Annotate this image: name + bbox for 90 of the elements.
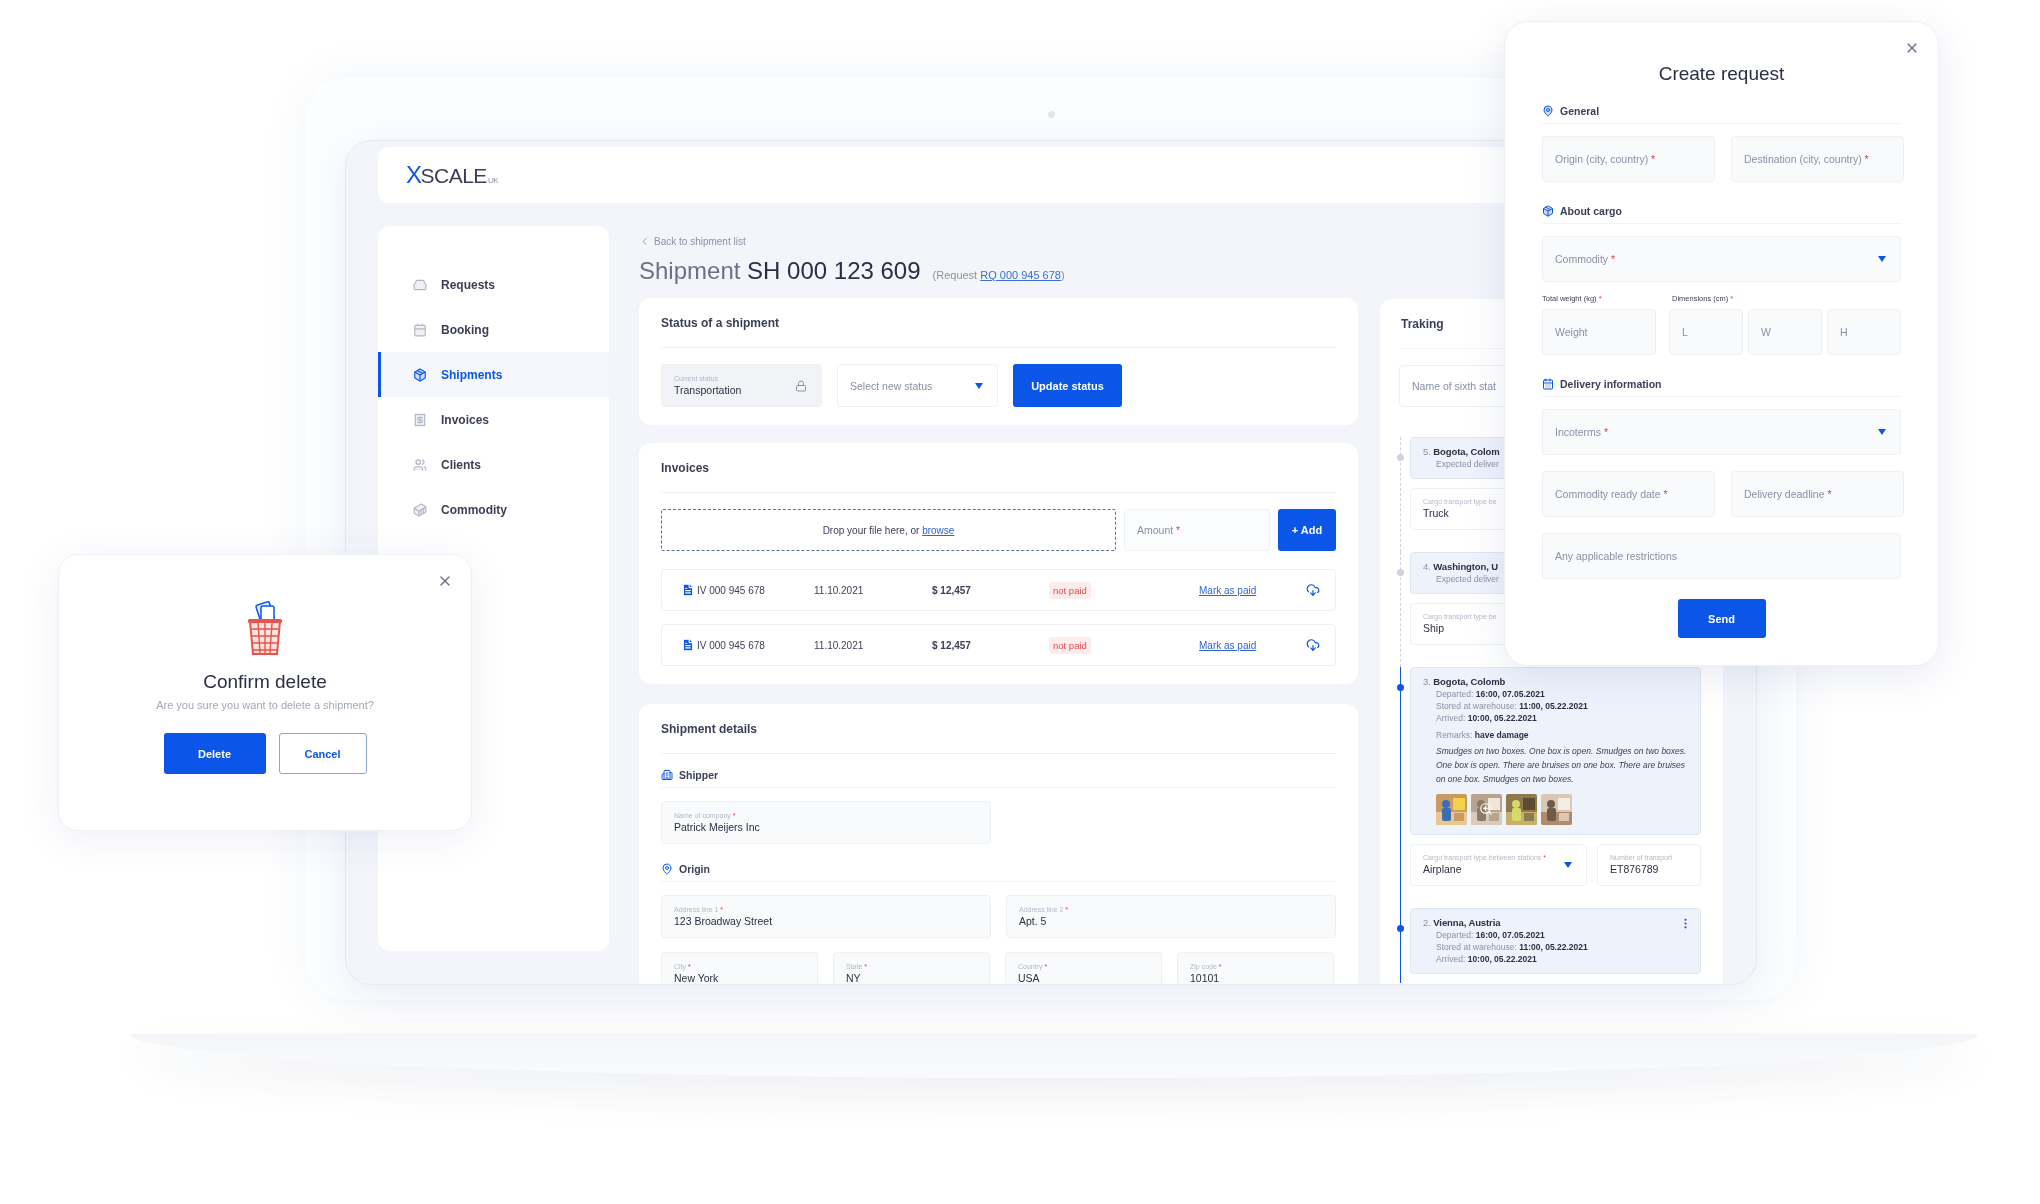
sidebar-item[interactable]: Clients: [378, 442, 609, 487]
location-field[interactable]: Destination (city, country) *: [1731, 136, 1904, 182]
camera-dot: [1048, 111, 1055, 118]
station-title: 5. Bogota, Colom: [1423, 446, 1500, 457]
section-title: Shipper: [679, 768, 719, 781]
document-icon: [681, 583, 695, 597]
section-title: Origin: [679, 862, 710, 875]
drop-text: Drop your file here, or browse: [822, 524, 955, 536]
update-status-button[interactable]: Update status: [1013, 364, 1122, 407]
date-field[interactable]: Commodity ready date *: [1542, 471, 1715, 517]
dialog-message: Are you sure you want to delete a shipment?: [156, 699, 374, 711]
station-detail: Arrived: 10:00, 05.22.2021: [1435, 954, 1538, 964]
receipt-icon: [413, 412, 427, 427]
invoice-number: IV 000 945 678: [697, 639, 766, 651]
request-note: (Request RQ 000 945 678): [932, 269, 1065, 281]
sidebar-item[interactable]: Booking: [378, 307, 609, 352]
dimension-field[interactable]: L: [1669, 309, 1743, 355]
remarks: Remarks: have damage: [1435, 730, 1530, 740]
dimension-field[interactable]: W: [1748, 309, 1822, 355]
dimension-field[interactable]: H: [1827, 309, 1901, 355]
station-detail: Arrived: 10:00, 05.22.2021: [1435, 713, 1538, 723]
weight-field[interactable]: Weight: [1542, 309, 1656, 355]
document-icon: [681, 638, 695, 652]
card-title: Invoices: [661, 460, 710, 475]
restrictions-field[interactable]: Any applicable restrictions: [1542, 533, 1901, 579]
location-field[interactable]: Origin (city, country) *: [1542, 136, 1715, 182]
sidebar-item[interactable]: Requests: [378, 262, 609, 307]
calendar-icon: [413, 322, 427, 337]
station-detail: Departed: 16:00, 07.05.2021: [1435, 930, 1546, 940]
sidebar-item[interactable]: Invoices: [378, 397, 609, 442]
section-title: General: [1560, 104, 1600, 117]
mark-as-paid-link[interactable]: Mark as paid: [1199, 584, 1306, 596]
invoice-date: 11.10.2021: [814, 584, 865, 596]
map-pin-icon: [1542, 104, 1554, 117]
incoterms-select[interactable]: Incoterms *: [1542, 409, 1901, 455]
back-link[interactable]: Back to shipment list: [639, 234, 746, 248]
container-icon: [413, 502, 427, 517]
zoom-icon[interactable]: [1479, 802, 1493, 816]
section-title: About cargo: [1560, 204, 1622, 217]
calendar-icon: [1542, 377, 1554, 390]
remarks-text: Smudges on two boxes. One box is open. Smudges on two boxes. One box is open. There are bruises on one box. There are bruises on one box. Smudges on two boxes.: [1435, 745, 1688, 786]
cancel-button[interactable]: Cancel: [278, 733, 367, 774]
dropdown-caret-icon: [1564, 862, 1572, 868]
inbox-icon: [413, 277, 427, 292]
amount-field[interactable]: Amount *: [1124, 509, 1270, 551]
mark-as-paid-link[interactable]: Mark as paid: [1199, 639, 1306, 651]
file-drop-zone[interactable]: Drop your file here, or browse: [661, 509, 1116, 551]
sidebar-item[interactable]: Shipments: [378, 352, 609, 397]
invoice-amount: $ 12,457: [932, 639, 972, 651]
page-title: Shipment SH 000 123 609: [639, 257, 921, 285]
browse-link[interactable]: browse: [922, 524, 955, 536]
station-detail: Expected deliver: [1435, 574, 1500, 584]
card-title: Status of a shipment: [661, 315, 779, 330]
station-title: 4. Washington, U: [1423, 561, 1499, 572]
request-link[interactable]: RQ 000 945 678: [980, 269, 1061, 281]
dropdown-caret-icon: [1878, 256, 1886, 262]
delete-button[interactable]: Delete: [163, 733, 266, 774]
users-icon: [413, 457, 427, 472]
commodity-select[interactable]: Commodity *: [1542, 236, 1901, 282]
send-button[interactable]: Send: [1677, 599, 1766, 638]
payment-status-badge: not paid: [1049, 581, 1091, 599]
wastebasket-icon: [246, 601, 284, 657]
station-detail: Stored at warehouse: 11:00, 05.22.2021: [1435, 701, 1589, 711]
dialog-title: Confirm delete: [203, 671, 327, 693]
building-icon: [661, 768, 673, 781]
map-pin-icon: [661, 862, 673, 875]
card-title: Traking: [1401, 316, 1444, 331]
brand-logo: XSCALEUK: [406, 161, 498, 189]
download-icon[interactable]: [1306, 583, 1320, 597]
package-icon: [413, 367, 427, 382]
station-detail: Stored at warehouse: 11:00, 05.22.2021: [1435, 942, 1589, 952]
add-button[interactable]: + Add: [1278, 509, 1336, 551]
card-title: Shipment details: [661, 721, 758, 736]
invoice-number: IV 000 945 678: [697, 584, 766, 596]
invoice-date: 11.10.2021: [814, 639, 865, 651]
date-field[interactable]: Delivery deadline *: [1731, 471, 1904, 517]
dropdown-caret-icon: [1878, 429, 1886, 435]
station-detail: Expected deliver: [1435, 459, 1500, 469]
dropdown-caret-icon: [975, 382, 983, 389]
package-icon: [1542, 204, 1554, 217]
station-detail: Departed: 16:00, 07.05.2021: [1435, 689, 1546, 699]
download-icon[interactable]: [1306, 638, 1320, 652]
station-title: 3. Bogota, Colomb: [1423, 676, 1506, 687]
sidebar-item[interactable]: Commodity: [378, 487, 609, 532]
station-title: 2. Vienna, Austria: [1423, 917, 1501, 928]
status-select[interactable]: Select new status: [837, 364, 998, 407]
payment-status-badge: not paid: [1049, 636, 1091, 654]
dialog-title: Create request: [1657, 62, 1786, 86]
invoice-amount: $ 12,457: [932, 584, 972, 596]
section-title: Delivery information: [1560, 377, 1662, 390]
